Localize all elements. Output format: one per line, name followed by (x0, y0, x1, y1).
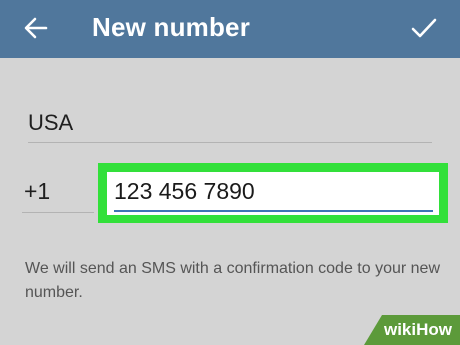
back-button[interactable] (14, 8, 58, 48)
country-code-underline (22, 212, 94, 213)
page-title: New number (92, 12, 251, 42)
country-code-text: +1 (24, 178, 51, 204)
country-code-field[interactable]: +1 (22, 172, 94, 214)
phone-number-text: 123 456 7890 (114, 178, 255, 204)
country-selector[interactable]: USA (28, 100, 432, 144)
app-bar: New number (0, 0, 460, 58)
done-button[interactable] (402, 8, 446, 48)
phone-number-underline (114, 210, 433, 212)
phone-number-field[interactable]: 123 456 7890 (107, 172, 439, 215)
country-name: USA (28, 110, 74, 135)
checkmark-icon (411, 18, 437, 38)
wikihow-watermark: wikiHow (364, 315, 460, 345)
arrow-left-icon (24, 17, 48, 39)
info-text: We will send an SMS with a confirmation … (25, 260, 441, 301)
highlight-frame: 123 456 7890 (98, 163, 448, 223)
country-underline (28, 142, 432, 143)
